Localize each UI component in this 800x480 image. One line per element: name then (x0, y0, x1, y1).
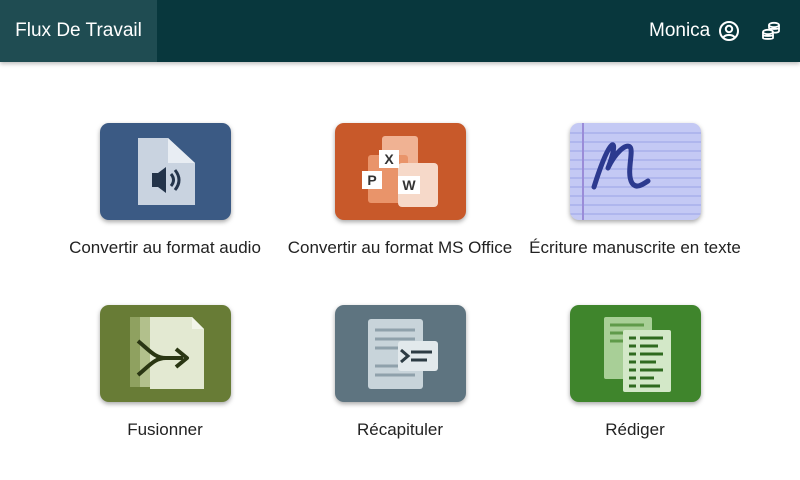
workflow-merge[interactable]: Fusionner (35, 305, 295, 455)
merge-icon (130, 317, 204, 389)
svg-text:P: P (367, 172, 376, 188)
svg-text:X: X (384, 151, 394, 167)
workflow-card (100, 305, 231, 402)
audio-file-icon (138, 138, 195, 205)
user-menu[interactable]: Monica (649, 0, 740, 62)
workflow-label: Récapituler (357, 420, 443, 439)
workflow-label: Écriture manuscrite en texte (529, 238, 741, 257)
svg-text:W: W (402, 177, 416, 193)
app-title[interactable]: Flux De Travail (0, 0, 157, 62)
workflow-card (570, 123, 701, 220)
workflow-summarize[interactable]: Récapituler (270, 305, 530, 455)
ms-office-icon: X P W (362, 136, 438, 207)
workflow-card (100, 123, 231, 220)
workflow-card (335, 305, 466, 402)
top-bar: Flux De Travail Monica (0, 0, 800, 62)
workflow-label: Fusionner (127, 420, 203, 439)
workflow-convert-ms-office[interactable]: X P W Convertir au format MS Office (270, 123, 530, 273)
user-name: Monica (649, 20, 711, 41)
account-circle-icon (718, 20, 740, 42)
workflow-card (570, 305, 701, 402)
handwriting-icon (570, 123, 701, 220)
draft-icon (604, 317, 671, 392)
workflow-label: Convertir au format audio (69, 238, 261, 257)
workflow-label: Rédiger (605, 420, 665, 439)
coins-icon[interactable] (760, 20, 782, 42)
summarize-icon (368, 319, 438, 389)
workflow-draft[interactable]: Rédiger (505, 305, 765, 455)
workflow-label: Convertir au format MS Office (287, 238, 513, 257)
workflow-convert-audio[interactable]: Convertir au format audio (35, 123, 295, 273)
workflow-card: X P W (335, 123, 466, 220)
workflow-handwriting-to-text[interactable]: Écriture manuscrite en texte (505, 123, 765, 273)
